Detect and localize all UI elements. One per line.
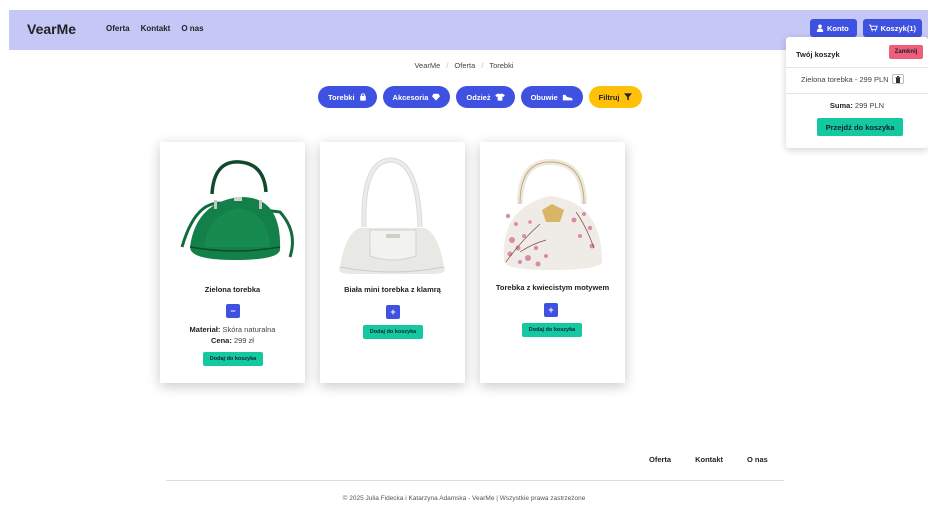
cart-item-label: Zielona torebka - 299 PLN [801,74,889,84]
cart-icon [869,24,878,32]
product-card: Torebka z kwiecistym motywem + Dodaj do … [480,142,625,383]
increase-qty-button[interactable]: + [386,305,400,319]
category-label: Odzież [466,92,491,102]
trash-icon [895,75,901,83]
filter-icon [623,93,632,101]
price-value: 299 zł [233,336,254,345]
white-mini-handbag-image [339,157,445,274]
product-card: Biała mini torebka z klamrą + Dodaj do k… [320,142,465,383]
close-cart-button[interactable]: Zamknij [889,45,923,59]
account-button-label: Konto [827,23,849,33]
green-handbag-image [180,160,294,260]
category-label: Obuwie [530,92,558,102]
material-label: Materiał: [189,325,221,334]
category-label: Akcesoria [392,92,429,102]
add-to-cart-button[interactable]: Dodaj do koszyka [522,323,582,337]
nav-link-o-nas[interactable]: O nas [181,24,203,33]
shoe-icon [562,94,573,101]
user-icon [816,24,824,32]
breadcrumb-oferta[interactable]: Oferta [454,61,475,70]
category-odziez[interactable]: Odzież [456,86,515,108]
footer-link-o-nas[interactable]: O nas [747,455,768,464]
cart-sum-label: Suma: [829,101,853,110]
filter-label: Filtruj [598,92,620,102]
remove-item-button[interactable] [891,74,904,84]
product-name: Biała mini torebka z klamrą [344,285,441,294]
copyright: © 2025 Julia Fidecka i Katarzyna Adamska… [342,495,586,502]
filter-button[interactable]: Filtruj [588,86,642,108]
nav-link-oferta[interactable]: Oferta [106,24,130,33]
category-torebki[interactable]: Torebki [318,86,377,108]
category-obuwie[interactable]: Obuwie [520,86,583,108]
product-name: Zielona torebka [204,285,261,294]
nav-links: Oferta Kontakt O nas [106,24,204,33]
footer-divider [166,480,784,481]
divider [786,93,928,94]
decrease-qty-button[interactable]: − [226,304,240,318]
add-to-cart-button[interactable]: Dodaj do koszyka [203,352,263,366]
material-value: Skóra naturalna [222,325,276,334]
price-label: Cena: [211,336,232,345]
category-akcesoria[interactable]: Akcesoria [382,86,451,108]
cart-sum-value: 299 PLN [854,101,885,110]
category-bar: Torebki Akcesoria Odzież Obuwie Filtruj [318,86,642,108]
cart-title: Twój koszyk [796,50,840,59]
cart-item: Zielona torebka - 299 PLN [801,74,904,84]
cart-sum: Suma: 299 PLN [786,101,928,110]
bag-icon [359,93,366,101]
footer-link-kontakt[interactable]: Kontakt [695,455,723,464]
brand-logo[interactable]: VearMe [27,21,76,37]
breadcrumb-home[interactable]: VearMe [414,61,440,70]
cart-button-label: Koszyk(1) [880,23,916,33]
product-material: Materiał: Skóra naturalna [160,324,305,335]
add-to-cart-button[interactable]: Dodaj do koszyka [363,325,423,339]
product-name: Torebka z kwiecistym motywem [495,283,610,292]
cart-button[interactable]: Koszyk(1) [863,19,922,37]
cart-dropdown: Twój koszyk Zamknij Zielona torebka - 29… [786,37,928,148]
nav-link-kontakt[interactable]: Kontakt [141,24,171,33]
checkout-button[interactable]: Przejdź do koszyka [817,118,903,136]
shirt-icon [494,93,505,101]
breadcrumb: VearMe / Oferta / Torebki [414,61,514,70]
breadcrumb-current: Torebki [489,61,514,70]
product-card: Zielona torebka − Materiał: Skóra natura… [160,142,305,383]
floral-handbag-image [503,158,602,270]
product-price: Cena: 299 zł [160,335,305,346]
category-label: Torebki [328,92,355,102]
increase-qty-button[interactable]: + [544,303,558,317]
account-button[interactable]: Konto [810,19,857,37]
footer-link-oferta[interactable]: Oferta [649,455,671,464]
gem-icon [432,93,441,101]
footer-links: Oferta Kontakt O nas [649,455,768,464]
